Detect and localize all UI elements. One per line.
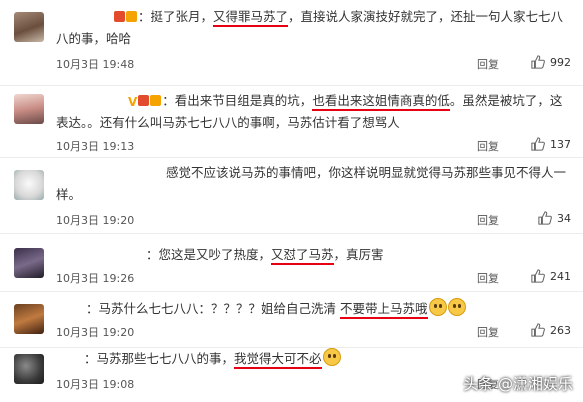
comment-date: 10月3日 19:08 xyxy=(56,378,135,391)
thumbs-up-icon xyxy=(531,323,545,337)
thumbs-up-icon xyxy=(531,55,545,69)
comment-date: 10月3日 19:20 xyxy=(56,214,135,227)
watermark: 头条 @潇湘娱乐 xyxy=(463,375,573,393)
thumbs-up-icon xyxy=(531,137,545,151)
emoji-icon xyxy=(428,298,447,316)
comment-date: 10月3日 19:13 xyxy=(56,140,135,153)
avatar[interactable] xyxy=(14,354,44,384)
highlighted-phrase: 也看出来这姐情商真的低 xyxy=(312,93,450,111)
comment-item: ：马苏什么七七八八：？？？？姐给自己洗清 不要带上马苏哦 10月3日 19:20… xyxy=(0,292,583,348)
avatar[interactable] xyxy=(14,12,44,42)
comment-item: 感觉不应该说马苏的事情吧，你这样说明显就觉得马苏那些事见不得人一样。 10月3日… xyxy=(0,158,583,234)
comment-text: ：马苏那些七七八八的事，我觉得大可不必 xyxy=(56,348,569,370)
thumbs-up-icon xyxy=(538,211,552,225)
like-count: 34 xyxy=(557,211,571,225)
comment-date: 10月3日 19:20 xyxy=(56,326,135,339)
like-count: 137 xyxy=(550,137,571,151)
like-button[interactable]: 992 xyxy=(531,55,571,69)
emoji-icon xyxy=(447,298,466,316)
comment-date: 10月3日 19:26 xyxy=(56,272,135,285)
comment-text: ：挺了张月，又得罪马苏了，直接说人家演技好就完了，还扯一句人家七七八八的事，哈哈 xyxy=(56,9,564,46)
comment-text: ：马苏什么七七八八：？？？？姐给自己洗清 不要带上马苏哦 xyxy=(56,298,569,320)
highlighted-phrase: 又得罪马苏了 xyxy=(213,9,289,27)
reply-button[interactable]: 回复 xyxy=(477,270,499,286)
highlighted-phrase: 又怼了马苏 xyxy=(271,247,334,265)
reply-button[interactable]: 回复 xyxy=(477,324,499,340)
avatar[interactable] xyxy=(14,248,44,278)
comment-text: 感觉不应该说马苏的事情吧，你这样说明显就觉得马苏那些事见不得人一样。 xyxy=(56,165,567,202)
comment-text: ：您这是又吵了热度，又怼了马苏，真厉害 xyxy=(56,244,569,266)
like-button[interactable]: 137 xyxy=(531,137,571,151)
avatar[interactable] xyxy=(14,170,44,200)
user-badge-icon xyxy=(114,11,125,22)
like-button[interactable]: 263 xyxy=(531,323,571,337)
comment-date: 10月3日 19:48 xyxy=(56,58,135,71)
highlighted-phrase: 我觉得大可不必 xyxy=(234,351,322,369)
reply-button[interactable]: 回复 xyxy=(477,56,499,72)
reply-button[interactable]: 回复 xyxy=(477,212,499,228)
comment-item: ：您这是又吵了热度，又怼了马苏，真厉害 10月3日 19:26 回复 241 xyxy=(0,234,583,292)
comment-text: V ：看出来节目组是真的坑，也看出来这姐情商真的低。虽然是被坑了，这表达。。还有什… xyxy=(56,93,563,130)
verified-v-icon: V xyxy=(128,95,138,109)
like-count: 241 xyxy=(550,269,571,283)
avatar[interactable] xyxy=(14,304,44,334)
like-count: 263 xyxy=(550,323,571,337)
reply-button[interactable]: 回复 xyxy=(477,138,499,154)
user-badge-icon xyxy=(138,95,150,106)
avatar[interactable] xyxy=(14,94,44,124)
emoji-icon xyxy=(322,348,341,366)
like-button[interactable]: 34 xyxy=(538,211,571,225)
highlighted-phrase: 不要带上马苏哦 xyxy=(339,301,428,319)
like-button[interactable]: 241 xyxy=(531,269,571,283)
level-badge-icon xyxy=(150,95,162,106)
comment-item: V ：看出来节目组是真的坑，也看出来这姐情商真的低。虽然是被坑了，这表达。。还有什… xyxy=(0,86,583,158)
like-count: 992 xyxy=(550,55,571,69)
comment-item: ：挺了张月，又得罪马苏了，直接说人家演技好就完了，还扯一句人家七七八八的事，哈哈… xyxy=(0,0,583,86)
level-badge-icon xyxy=(126,11,137,22)
thumbs-up-icon xyxy=(531,269,545,283)
